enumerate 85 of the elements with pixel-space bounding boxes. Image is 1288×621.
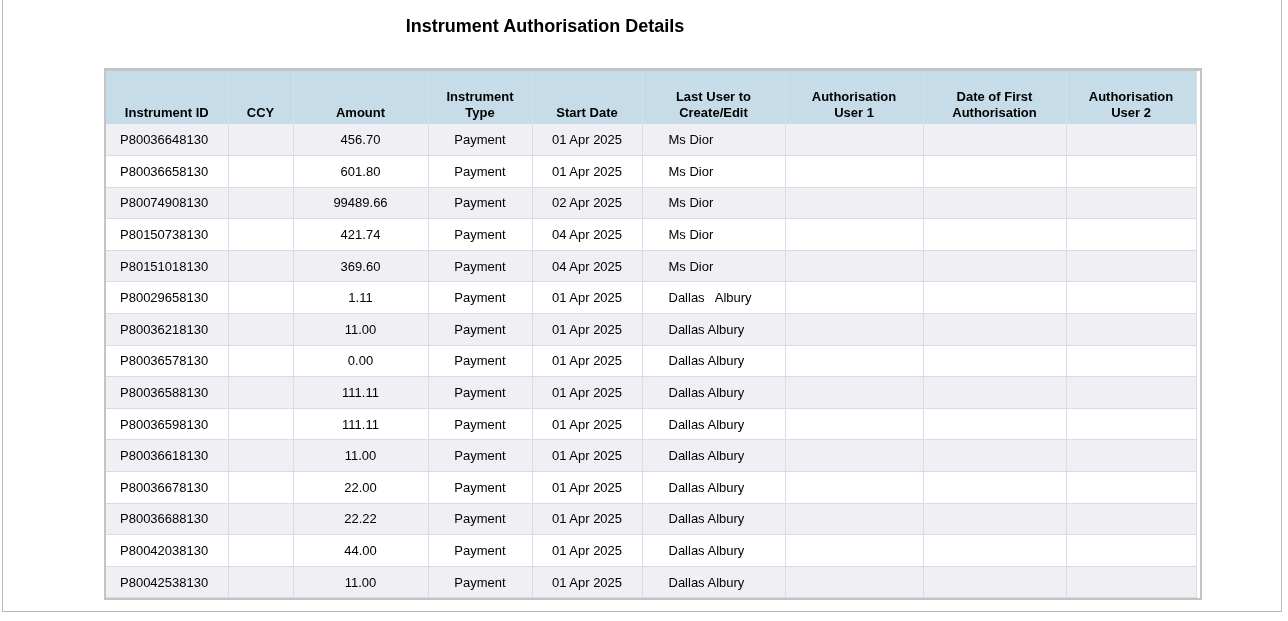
table-cell: Payment <box>428 408 532 440</box>
table-cell: Ms Dior <box>642 218 785 251</box>
table-cell: Dallas Albury <box>642 313 785 346</box>
table-cell: 111.11 <box>293 376 428 409</box>
table-cell: Dallas Albury <box>642 503 785 535</box>
table-cell: P80029658130 <box>106 281 228 314</box>
table-cell: Payment <box>428 471 532 504</box>
table-cell: 01 Apr 2025 <box>532 376 642 409</box>
column-header: Authorisation User 1 <box>785 71 923 124</box>
table-cell: Payment <box>428 439 532 472</box>
table-cell: Payment <box>428 250 532 282</box>
column-header: Start Date <box>532 71 642 124</box>
column-header: Instrument Type <box>428 71 532 124</box>
table-cell: P80036618130 <box>106 439 228 472</box>
table-cell: Ms Dior <box>642 124 785 156</box>
table-cell: Dallas Albury <box>642 345 785 377</box>
table-cell: 04 Apr 2025 <box>532 218 642 251</box>
table-cell: 01 Apr 2025 <box>532 566 642 598</box>
table-cell: P80036648130 <box>106 124 228 156</box>
table-cell: 01 Apr 2025 <box>532 281 642 314</box>
table-cell: 01 Apr 2025 <box>532 471 642 504</box>
table-cell: P80150738130 <box>106 218 228 251</box>
table-cell: 99489.66 <box>293 187 428 219</box>
table-cell: P80151018130 <box>106 250 228 282</box>
table-cell: Ms Dior <box>642 187 785 219</box>
table-cell: 01 Apr 2025 <box>532 155 642 188</box>
table-cell: Dallas Albury <box>642 566 785 598</box>
table-cell: 0.00 <box>293 345 428 377</box>
table-cell: Dallas Albury <box>642 281 785 314</box>
table-cell: P80036578130 <box>106 345 228 377</box>
table-cell: 11.00 <box>293 313 428 346</box>
table-cell: 421.74 <box>293 218 428 251</box>
table-cell: 44.00 <box>293 534 428 567</box>
table-cell: P80036678130 <box>106 471 228 504</box>
table-cell: 01 Apr 2025 <box>532 313 642 346</box>
table-cell: Payment <box>428 313 532 346</box>
table-cell: Payment <box>428 503 532 535</box>
table-cell: P80042038130 <box>106 534 228 567</box>
table-cell: Payment <box>428 218 532 251</box>
table-cell: Payment <box>428 566 532 598</box>
table-cell: 22.00 <box>293 471 428 504</box>
table-cell: Payment <box>428 187 532 219</box>
column-header: Amount <box>293 71 428 124</box>
table-cell: 01 Apr 2025 <box>532 503 642 535</box>
table-cell: P80042538130 <box>106 566 228 598</box>
table-cell: 456.70 <box>293 124 428 156</box>
column-header: Last User to Create/Edit <box>642 71 785 124</box>
table-cell: 111.11 <box>293 408 428 440</box>
column-header: CCY <box>228 71 293 124</box>
table-cell: 601.80 <box>293 155 428 188</box>
table-cell: 11.00 <box>293 439 428 472</box>
table-cell: Payment <box>428 376 532 409</box>
table-cell: P80036598130 <box>106 408 228 440</box>
table-cell: Payment <box>428 155 532 188</box>
table-cell: P80036588130 <box>106 376 228 409</box>
table-cell: 22.22 <box>293 503 428 535</box>
table-cell: P80074908130 <box>106 187 228 219</box>
table-cell: Dallas Albury <box>642 376 785 409</box>
table-cell: 01 Apr 2025 <box>532 534 642 567</box>
table-cell: Payment <box>428 124 532 156</box>
table-cell: 369.60 <box>293 250 428 282</box>
column-header: Authorisation User 2 <box>1066 71 1196 124</box>
table-cell: 01 Apr 2025 <box>532 124 642 156</box>
table-cell: Dallas Albury <box>642 439 785 472</box>
table-cell: P80036658130 <box>106 155 228 188</box>
table-cell: 1.11 <box>293 281 428 314</box>
table-cell: Ms Dior <box>642 250 785 282</box>
table-cell: 04 Apr 2025 <box>532 250 642 282</box>
table-cell: Ms Dior <box>642 155 785 188</box>
table-cell: Payment <box>428 281 532 314</box>
column-header: Instrument ID <box>106 71 228 124</box>
table-cell: 01 Apr 2025 <box>532 345 642 377</box>
table-cell: 01 Apr 2025 <box>532 439 642 472</box>
table-cell: P80036688130 <box>106 503 228 535</box>
column-header: Date of First Authorisation <box>923 71 1066 124</box>
table-cell: P80036218130 <box>106 313 228 346</box>
table-cell: Dallas Albury <box>642 471 785 504</box>
table-cell: Dallas Albury <box>642 408 785 440</box>
report-title: Instrument Authorisation Details <box>405 16 685 36</box>
table-cell: Payment <box>428 534 532 567</box>
table-cell: 01 Apr 2025 <box>532 408 642 440</box>
table-cell: Dallas Albury <box>642 534 785 567</box>
table-cell: Payment <box>428 345 532 377</box>
table-cell: 02 Apr 2025 <box>532 187 642 219</box>
table-cell: 11.00 <box>293 566 428 598</box>
